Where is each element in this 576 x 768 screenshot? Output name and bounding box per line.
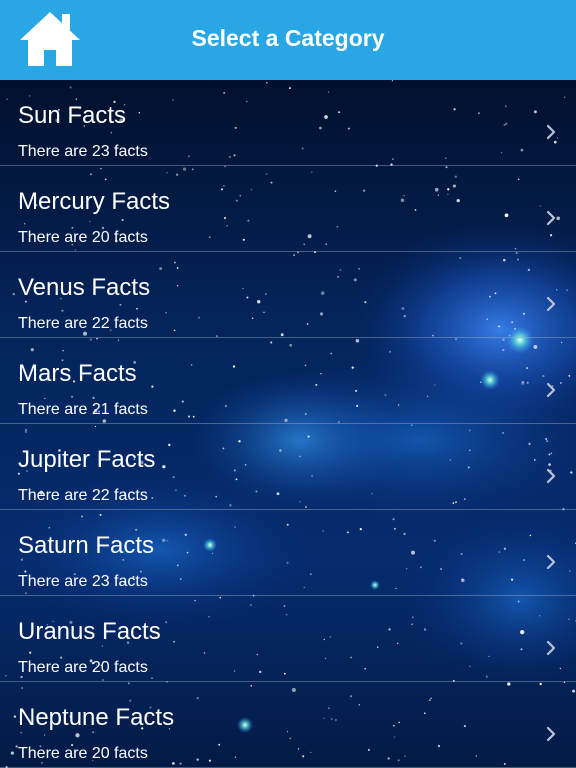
category-fact-count: There are 20 facts [18, 229, 148, 246]
category-row[interactable]: Venus Facts There are 22 facts [0, 252, 576, 338]
category-row[interactable]: Mars Facts There are 21 facts [0, 338, 576, 424]
category-fact-count: There are 22 facts [18, 315, 148, 332]
category-title: Neptune Facts [18, 704, 175, 731]
category-title: Venus Facts [18, 274, 151, 301]
chevron-right-icon [546, 382, 556, 398]
category-title: Mercury Facts [18, 188, 171, 215]
category-row[interactable]: Neptune Facts There are 20 facts [0, 682, 576, 768]
category-row[interactable]: Saturn Facts There are 23 facts [0, 510, 576, 596]
chevron-right-icon [546, 296, 556, 312]
chevron-right-icon [546, 726, 556, 742]
category-row[interactable]: Jupiter Facts There are 22 facts [0, 424, 576, 510]
category-row[interactable]: Mercury Facts There are 20 facts [0, 166, 576, 252]
chevron-right-icon [546, 210, 556, 226]
category-title: Saturn Facts [18, 532, 155, 559]
category-fact-count: There are 23 facts [18, 573, 148, 590]
app-screen: Select a Category Sun Facts There are 23 … [0, 0, 576, 768]
category-list: Sun Facts There are 23 facts Mercury Facts… [0, 80, 576, 768]
chevron-right-icon [546, 640, 556, 656]
category-fact-count: There are 22 facts [18, 487, 148, 504]
category-title: Uranus Facts [18, 618, 161, 645]
category-row[interactable]: Uranus Facts There are 20 facts [0, 596, 576, 682]
category-fact-count: There are 20 facts [18, 659, 148, 676]
page-title: Select a Category [191, 25, 385, 51]
category-row[interactable]: Sun Facts There are 23 facts [0, 80, 576, 166]
chevron-right-icon [546, 124, 556, 140]
category-title: Jupiter Facts [18, 446, 156, 473]
category-title: Mars Facts [18, 360, 137, 387]
category-fact-count: There are 20 facts [18, 745, 148, 762]
category-fact-count: There are 23 facts [18, 143, 148, 160]
category-fact-count: There are 21 facts [18, 401, 148, 418]
chevron-right-icon [546, 468, 556, 484]
navigation-bar: Select a Category [0, 0, 576, 80]
chevron-right-icon [546, 554, 556, 570]
category-title: Sun Facts [18, 102, 127, 129]
